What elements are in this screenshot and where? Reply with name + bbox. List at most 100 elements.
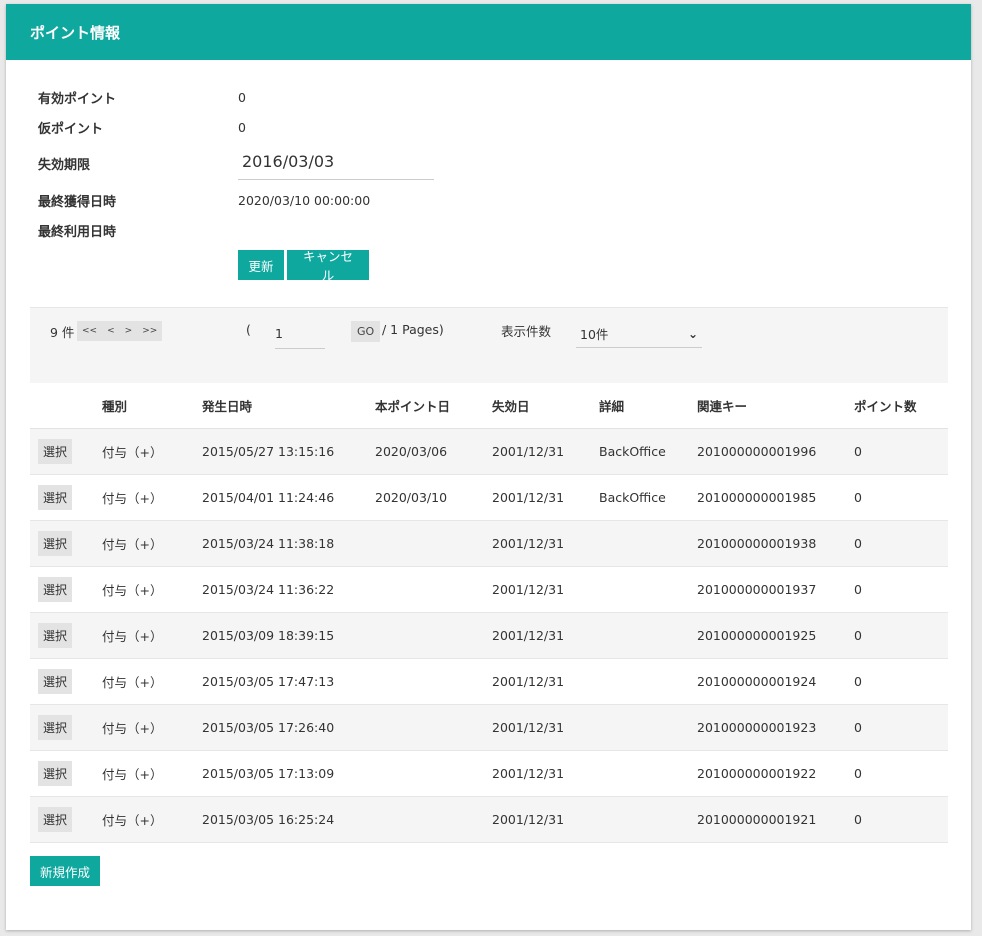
next-page-button[interactable]: > — [119, 321, 138, 341]
cell-select: 選択 — [30, 750, 102, 797]
cell-main-point-date: 2020/03/10 — [375, 474, 492, 521]
select-button[interactable]: 選択 — [38, 715, 73, 740]
cancel-button[interactable]: キャンセル — [287, 249, 369, 283]
cell-related-key: 201000000001925 — [697, 612, 854, 659]
cell-detail — [599, 658, 697, 705]
new-button[interactable]: 新規作成 — [30, 856, 101, 886]
cell-detail — [599, 612, 697, 659]
cell-related-key: 201000000001923 — [697, 704, 854, 751]
cell-points: 0 — [854, 612, 948, 659]
chevron-down-icon: ⌄ — [687, 326, 698, 341]
update-button[interactable]: 更新 — [238, 250, 284, 280]
cell-related-key: 201000000001996 — [697, 428, 854, 475]
select-button[interactable]: 選択 — [38, 623, 73, 648]
go-button[interactable]: GO — [351, 321, 381, 342]
cell-expiry: 2001/12/31 — [492, 428, 599, 475]
table-row: 選択 付与（+） 2015/03/24 11:38:18 2001/12/31 2010… — [30, 520, 948, 567]
cell-expiry: 2001/12/31 — [492, 750, 599, 797]
cell-points: 0 — [854, 704, 948, 751]
cell-select: 選択 — [30, 566, 102, 613]
result-count: 9 件 — [50, 325, 75, 340]
last-earned-label: 最終獲得日時 — [38, 195, 117, 210]
table-body: 選択 付与（+） 2015/05/27 13:15:16 2020/03/06 2001… — [30, 428, 948, 843]
cell-related-key: 201000000001921 — [697, 796, 854, 843]
first-page-button[interactable]: << — [77, 321, 103, 341]
provisional-points-label: 仮ポイント — [38, 122, 104, 137]
select-button[interactable]: 選択 — [38, 761, 73, 786]
cell-detail — [599, 704, 697, 751]
cell-occurred: 2015/03/05 17:26:40 — [202, 704, 375, 751]
expiry-row: 失効期限 — [38, 146, 434, 180]
col-header-select — [30, 383, 102, 429]
cell-occurred: 2015/03/24 11:38:18 — [202, 520, 375, 567]
provisional-points-row: 仮ポイント 0 — [38, 118, 246, 137]
last-used-label: 最終利用日時 — [38, 225, 117, 240]
select-button[interactable]: 選択 — [38, 531, 73, 556]
per-page-value: 10件 — [580, 327, 609, 342]
per-page-select[interactable]: 10件 ⌄ — [576, 320, 702, 348]
table-row: 選択 付与（+） 2015/03/09 18:39:15 2001/12/31 2010… — [30, 612, 948, 659]
cell-select: 選択 — [30, 428, 102, 475]
cell-type: 付与（+） — [102, 520, 202, 567]
table-header-row: 種別 発生日時 本ポイント日 失効日 詳細 関連キー ポイント数 — [30, 383, 948, 429]
point-history-table: 種別 発生日時 本ポイント日 失効日 詳細 関連キー ポイント数 選択 付与（+）… — [30, 383, 948, 843]
cell-points: 0 — [854, 750, 948, 797]
cell-related-key: 201000000001922 — [697, 750, 854, 797]
table-row: 選択 付与（+） 2015/03/05 17:13:09 2001/12/31 2010… — [30, 750, 948, 797]
cell-occurred: 2015/03/05 17:13:09 — [202, 750, 375, 797]
expiry-date-input[interactable] — [238, 146, 434, 180]
cell-expiry: 2001/12/31 — [492, 796, 599, 843]
cell-points: 0 — [854, 566, 948, 613]
cell-occurred: 2015/05/27 13:15:16 — [202, 428, 375, 475]
cell-related-key: 201000000001985 — [697, 474, 854, 521]
cell-main-point-date — [375, 566, 492, 613]
cell-main-point-date — [375, 612, 492, 659]
cell-select: 選択 — [30, 520, 102, 567]
page-number-input[interactable] — [275, 320, 325, 349]
cell-type: 付与（+） — [102, 428, 202, 475]
last-earned-row: 最終獲得日時 2020/03/10 00:00:00 — [38, 191, 370, 210]
cell-expiry: 2001/12/31 — [492, 658, 599, 705]
cell-type: 付与（+） — [102, 566, 202, 613]
page-title: ポイント情報 — [30, 23, 121, 42]
table-row: 選択 付与（+） 2015/03/05 16:25:24 2001/12/31 2010… — [30, 796, 948, 843]
page-open-paren: ( — [246, 322, 251, 337]
last-page-button[interactable]: >> — [137, 321, 163, 341]
provisional-points-value: 0 — [238, 120, 246, 135]
prev-page-button[interactable]: < — [102, 321, 120, 341]
pagination-bar: 9 件 << < > >> ( GO / 1 Pages) 表示件数 10件 ⌄ — [30, 307, 948, 383]
cell-type: 付与（+） — [102, 658, 202, 705]
cell-occurred: 2015/03/24 11:36:22 — [202, 566, 375, 613]
select-button[interactable]: 選択 — [38, 439, 73, 464]
cell-select: 選択 — [30, 612, 102, 659]
table-row: 選択 付与（+） 2015/05/27 13:15:16 2020/03/06 2001… — [30, 428, 948, 475]
cell-detail — [599, 750, 697, 797]
valid-points-label: 有効ポイント — [38, 92, 117, 107]
cell-occurred: 2015/03/09 18:39:15 — [202, 612, 375, 659]
table-row: 選択 付与（+） 2015/04/01 11:24:46 2020/03/10 2001… — [30, 474, 948, 521]
cell-expiry: 2001/12/31 — [492, 566, 599, 613]
cell-expiry: 2001/12/31 — [492, 704, 599, 751]
select-button[interactable]: 選択 — [38, 485, 73, 510]
cell-related-key: 201000000001924 — [697, 658, 854, 705]
cell-type: 付与（+） — [102, 796, 202, 843]
cell-detail — [599, 520, 697, 567]
cell-points: 0 — [854, 428, 948, 475]
select-button[interactable]: 選択 — [38, 577, 73, 602]
cell-points: 0 — [854, 796, 948, 843]
cell-expiry: 2001/12/31 — [492, 520, 599, 567]
cell-type: 付与（+） — [102, 474, 202, 521]
table-row: 選択 付与（+） 2015/03/05 17:26:40 2001/12/31 2010… — [30, 704, 948, 751]
select-button[interactable]: 選択 — [38, 807, 73, 832]
last-used-row: 最終利用日時 — [38, 221, 238, 240]
cell-main-point-date — [375, 658, 492, 705]
cell-related-key: 201000000001938 — [697, 520, 854, 567]
per-page-label: 表示件数 — [501, 324, 552, 339]
cell-expiry: 2001/12/31 — [492, 612, 599, 659]
form-actions: 更新 キャンセル — [238, 249, 369, 283]
cell-related-key: 201000000001937 — [697, 566, 854, 613]
cell-main-point-date: 2020/03/06 — [375, 428, 492, 475]
total-pages: / 1 Pages) — [382, 322, 444, 337]
point-info-panel: ポイント情報 有効ポイント 0 仮ポイント 0 失効期限 最終獲得日時 2020… — [6, 4, 971, 930]
select-button[interactable]: 選択 — [38, 669, 73, 694]
